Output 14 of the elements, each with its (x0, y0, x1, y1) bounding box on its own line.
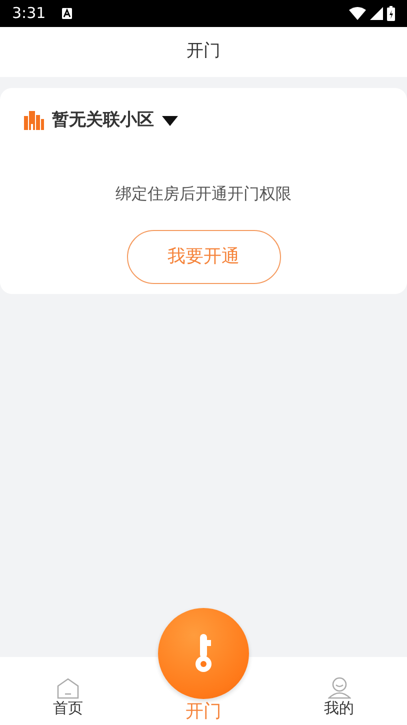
page-title: 开门 (186, 40, 220, 64)
signal-icon (370, 7, 383, 20)
profile-icon (328, 677, 351, 699)
status-time: 3:31 (12, 3, 46, 24)
community-name[interactable]: 暂无关联小区 (52, 108, 154, 134)
home-icon (56, 678, 79, 699)
tab[interactable]: 首页 (52, 678, 83, 717)
notification-icon (62, 8, 72, 19)
wifi-icon (349, 7, 366, 20)
dropdown-caret-icon[interactable] (162, 116, 178, 126)
tab[interactable]: 我的 (324, 677, 354, 717)
message-text: 绑定住房后开通开门权限 (116, 184, 292, 202)
building-icon (24, 111, 44, 130)
battery-icon (387, 6, 395, 21)
